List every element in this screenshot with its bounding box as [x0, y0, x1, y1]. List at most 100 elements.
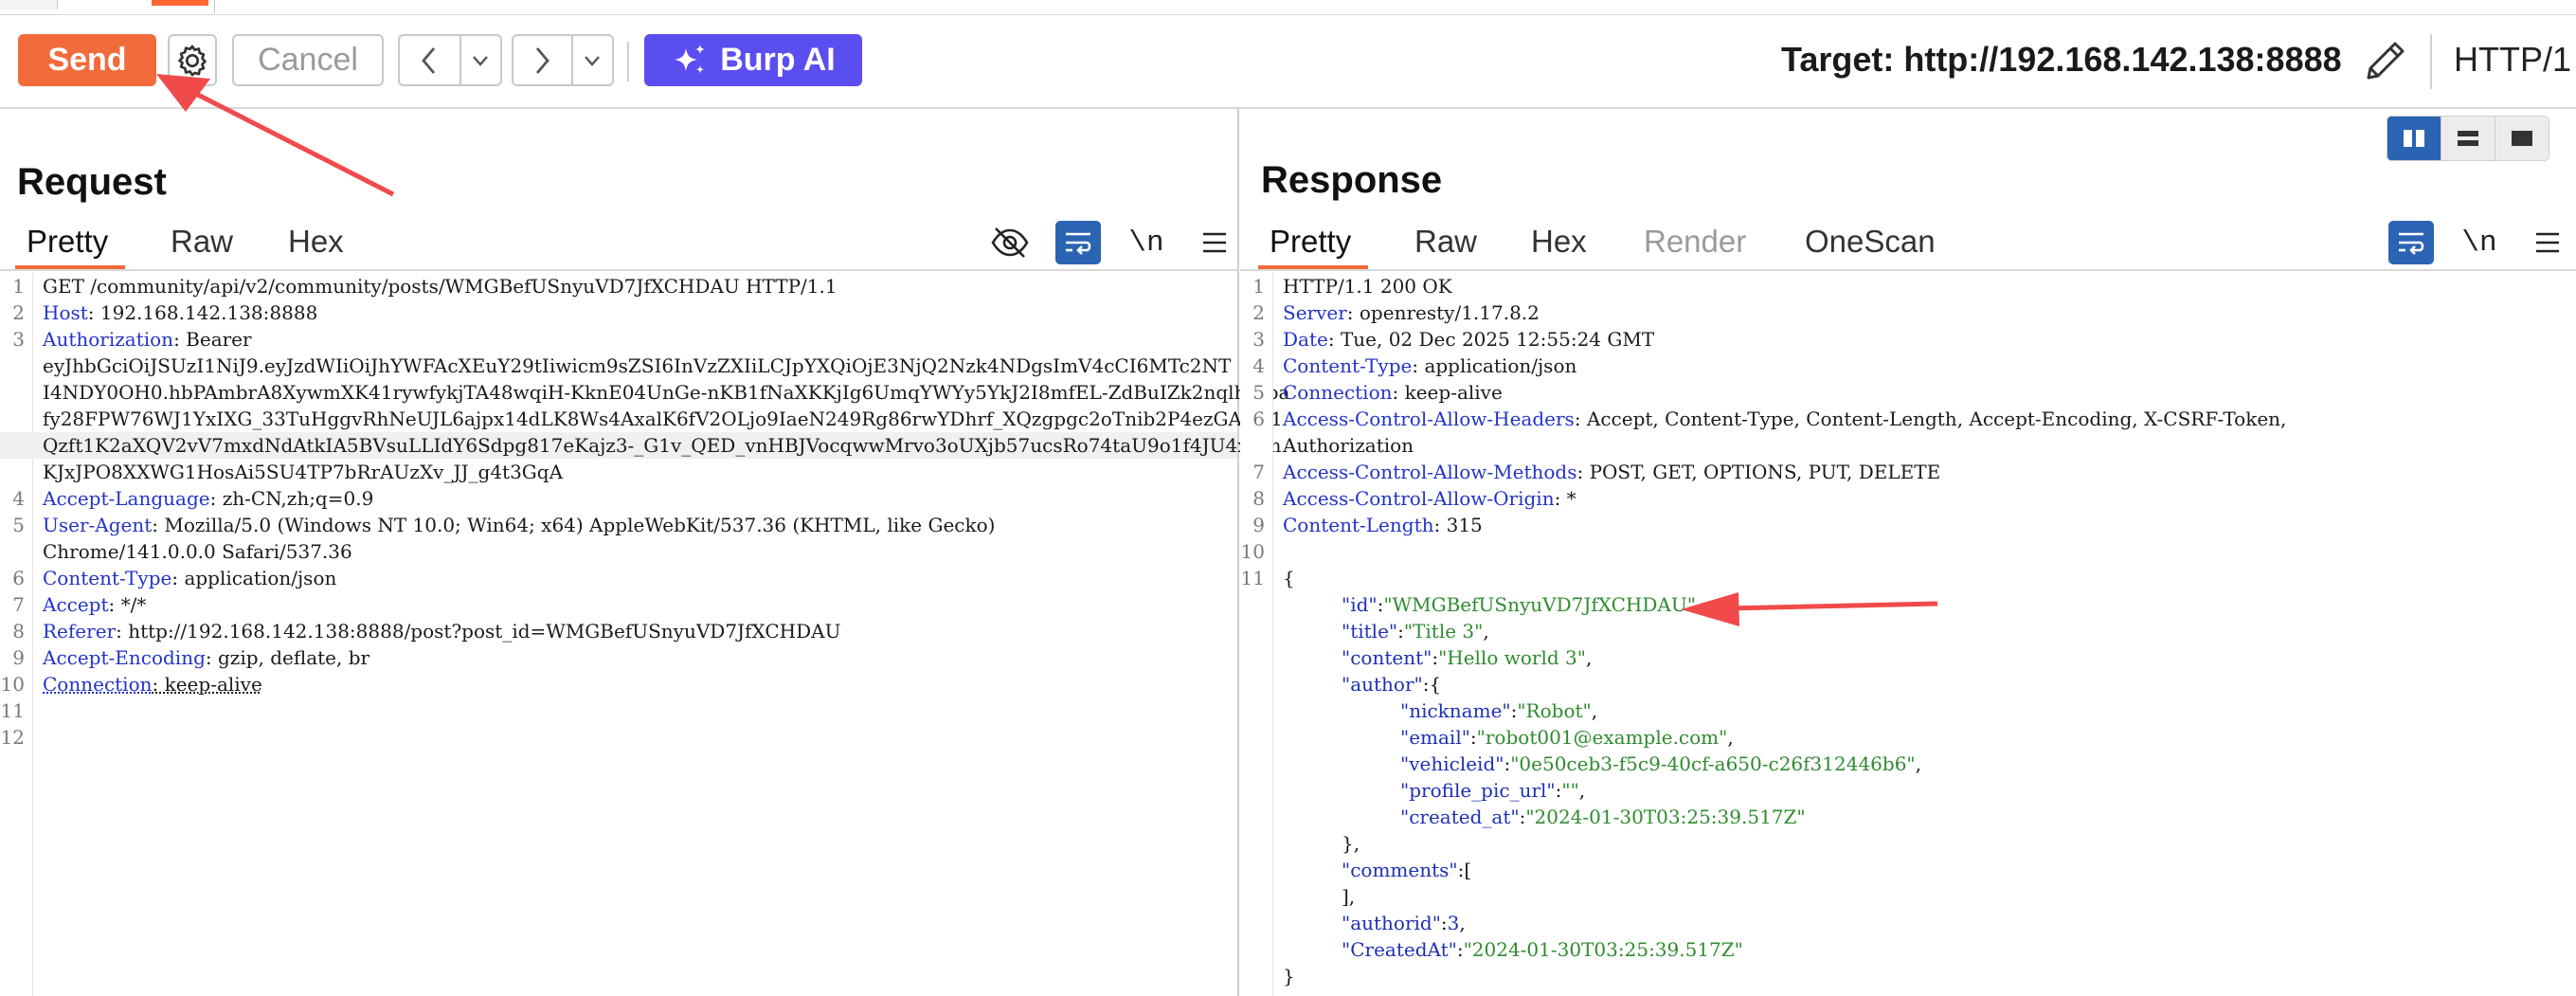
json-key: "author": [1342, 673, 1423, 696]
menu-icon: [2533, 230, 2562, 255]
json-number: 3: [1447, 912, 1460, 934]
header-name: Accept-Language: [43, 487, 210, 510]
previous-tab-stub[interactable]: [0, 0, 58, 9]
tab-response-render[interactable]: Render: [1644, 216, 1746, 267]
back-history-dropdown[interactable]: [461, 36, 500, 84]
forward-history-dropdown[interactable]: [573, 36, 612, 84]
tab-response-pretty[interactable]: Pretty: [1257, 216, 1369, 269]
code-line: 7 Accept: */*: [0, 591, 1237, 618]
word-wrap-toggle[interactable]: [2388, 221, 2434, 264]
send-button[interactable]: Send: [18, 34, 156, 86]
layout-stacked-icon: [2456, 128, 2480, 149]
code-line: 11 {: [1240, 565, 2576, 591]
line-number: 6: [12, 567, 25, 589]
line-content: Content-Length: 315: [1283, 514, 1483, 536]
json-line: "content":"Hello world 3",: [1240, 644, 2576, 671]
sparkle-icon: [671, 43, 709, 79]
json-line: }: [1240, 963, 2576, 989]
toolbar-divider: [627, 42, 629, 81]
line-content: Host: 192.168.142.138:8888: [43, 301, 318, 324]
line-content: ],: [1342, 885, 1356, 908]
line-content: },: [1342, 832, 1360, 855]
json-key: "authorid": [1342, 912, 1441, 934]
tab-response-onescan[interactable]: OneScan: [1805, 216, 1936, 267]
json-key: "title": [1342, 620, 1398, 643]
hide-nonprintable-button[interactable]: [987, 221, 1033, 264]
line-number: 7: [1252, 461, 1265, 483]
line-content: {: [1283, 567, 1295, 589]
line-content: Accept: */*: [43, 593, 147, 616]
line-content: "nickname":"Robot",: [1400, 699, 1598, 722]
response-editor[interactable]: 1 HTTP/1.1 200 OK 2 Server: openresty/1.17.…: [1240, 273, 2576, 996]
request-menu-button[interactable]: [1192, 221, 1237, 264]
line-content: Accept-Encoding: gzip, deflate, br: [43, 646, 370, 669]
layout-side-by-side-button[interactable]: [2387, 117, 2441, 160]
tab-response-raw[interactable]: Raw: [1414, 216, 1477, 267]
line-content: fy28FPW76WJ1YxIXG_33TuHggvRhNeUJL6ajpx14…: [43, 407, 1283, 430]
json-line: "authorid":3,: [1240, 910, 2576, 936]
line-content: Content-Type: application/json: [43, 567, 337, 589]
line-number: 4: [1252, 354, 1265, 377]
code-line: KJxJPO8XXWG1HosAi5SU4TP7bRrAUzXv_JJ_g4t3…: [0, 459, 1237, 485]
edit-target-button[interactable]: [2357, 32, 2414, 89]
response-title: Response: [1261, 159, 1443, 201]
tab-response-hex[interactable]: Hex: [1531, 216, 1587, 267]
tab-divider: [214, 0, 215, 13]
wrap-lines-icon: [2395, 228, 2427, 257]
layout-toggle: [2387, 116, 2549, 161]
forward-navigation: [512, 34, 614, 86]
line-content: Accept-Language: zh-CN,zh;q=0.9: [43, 487, 374, 510]
cancel-button[interactable]: Cancel: [232, 34, 384, 86]
word-wrap-toggle[interactable]: [1055, 221, 1101, 264]
line-content: "CreatedAt":"2024-01-30T03:25:39.517Z": [1342, 938, 1743, 961]
menu-icon: [1200, 230, 1229, 255]
http-version-selector[interactable]: HTTP/1: [2454, 36, 2571, 83]
layout-single-button[interactable]: [2495, 117, 2549, 160]
line-number: 1: [1252, 275, 1265, 298]
line-content: "authorid":3,: [1342, 912, 1466, 934]
line-content: "vehicleid":"0e50ceb3-f5c9-40cf-a650-c26…: [1400, 752, 1921, 775]
line-content: "title":"Title 3",: [1342, 620, 1489, 643]
line-content: }: [1283, 965, 1295, 987]
forward-button[interactable]: [513, 36, 571, 84]
tab-request-raw[interactable]: Raw: [171, 216, 233, 267]
line-number: 10: [1240, 540, 1265, 563]
active-tab-indicator: [152, 0, 208, 6]
burp-ai-button[interactable]: Burp AI: [644, 34, 862, 86]
code-line: 7 Access-Control-Allow-Methods: POST, GET…: [1240, 459, 2576, 485]
line-number: 9: [12, 646, 25, 669]
header-name: Authorization: [43, 328, 174, 351]
repeater-toolbar: Send Cancel Burp AI Target: http://192.1…: [0, 15, 2576, 109]
code-line: 6 Access-Control-Allow-Headers: Accept, C…: [1240, 406, 2576, 432]
settings-button[interactable]: [168, 34, 217, 86]
request-editor[interactable]: 1 GET /community/api/v2/community/posts/W…: [0, 273, 1289, 996]
line-number: 3: [1252, 328, 1265, 351]
window-tab-strip: [0, 0, 2576, 15]
json-string: "2024-01-30T03:25:39.517Z": [1525, 806, 1806, 828]
layout-stacked-button[interactable]: [2441, 117, 2495, 160]
line-number: 5: [12, 514, 25, 536]
show-newlines-toggle[interactable]: \n: [1124, 221, 1169, 264]
response-menu-button[interactable]: [2525, 221, 2570, 264]
code-line: fy28FPW76WJ1YxIXG_33TuHggvRhNeUJL6ajpx14…: [0, 406, 1283, 432]
response-tab-bar: Pretty Raw Hex Render OneScan \n: [1240, 216, 2576, 271]
line-number: 6: [1252, 407, 1265, 430]
back-navigation: [398, 34, 502, 86]
tab-request-pretty[interactable]: Pretty: [14, 216, 126, 269]
line-content: Content-Type: application/json: [1283, 354, 1577, 377]
json-key: "vehicleid": [1400, 752, 1504, 775]
wrap-lines-icon: [1062, 228, 1094, 257]
burp-ai-label: Burp AI: [720, 42, 836, 78]
header-name: Access-Control-Allow-Origin: [1283, 487, 1555, 510]
line-content: "profile_pic_url":"",: [1400, 779, 1586, 802]
chevron-down-icon: [471, 54, 490, 67]
code-line: 3 Authorization: Bearer: [0, 326, 1237, 353]
show-newlines-toggle[interactable]: \n: [2457, 221, 2502, 264]
request-title: Request: [17, 161, 167, 203]
json-string: "0e50ceb3-f5c9-40cf-a650-c26f312446b6": [1510, 752, 1916, 775]
back-button[interactable]: [400, 36, 459, 84]
tab-request-hex[interactable]: Hex: [288, 216, 344, 267]
json-string: "robot001@example.com": [1476, 726, 1728, 749]
line-content: "content":"Hello world 3",: [1342, 646, 1593, 669]
line-content: Authorization: [1283, 434, 1414, 457]
